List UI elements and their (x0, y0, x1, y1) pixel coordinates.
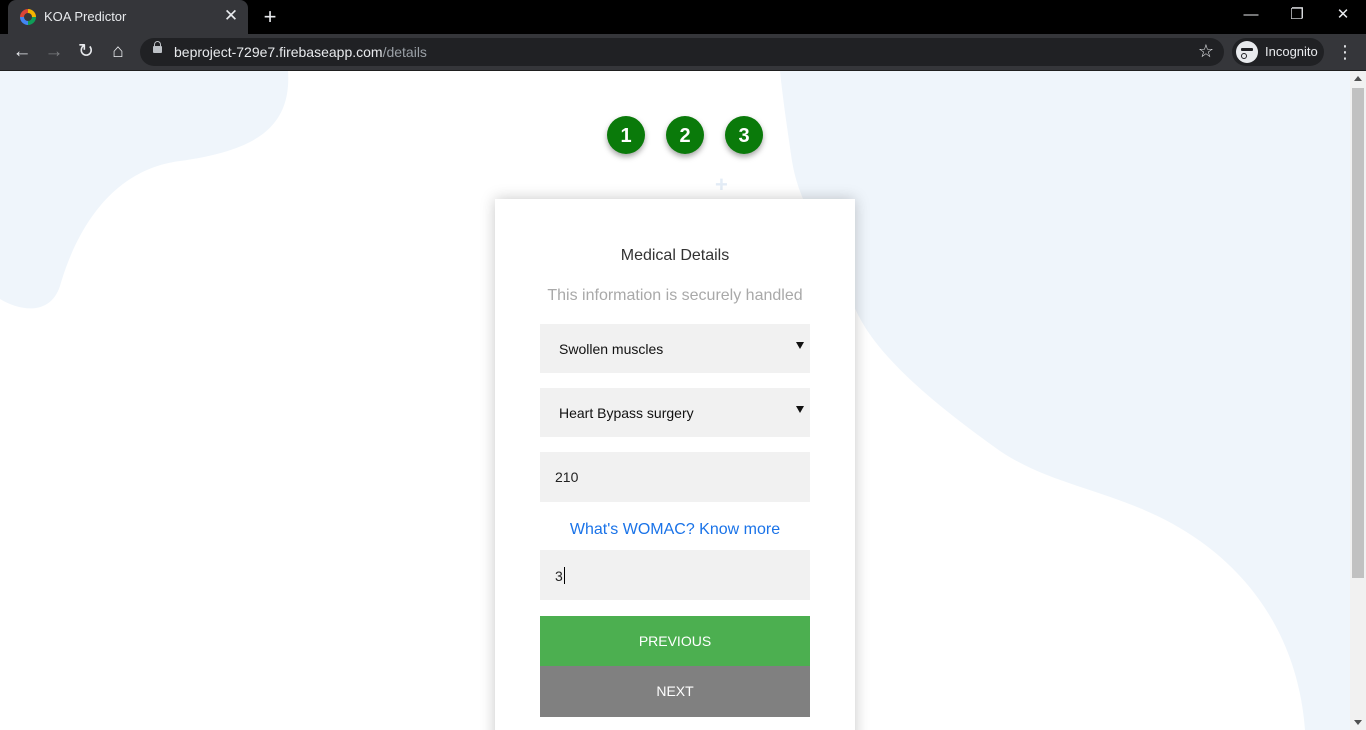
back-arrow-icon[interactable]: ← (8, 38, 36, 66)
step-2-indicator: 2 (666, 116, 704, 154)
address-bar[interactable]: beproject-729e7.firebaseapp.com/details … (140, 38, 1224, 66)
tab-close-icon[interactable]: ✕ (222, 7, 240, 25)
symptom-select[interactable]: Swollen muscles (540, 324, 810, 373)
page-scrollbar[interactable] (1350, 71, 1366, 730)
lock-icon[interactable] (153, 41, 162, 53)
url-path: /details (382, 44, 427, 60)
dropdown-caret-icon (796, 406, 804, 413)
scrollbar-thumb[interactable] (1352, 88, 1364, 578)
scroll-up-arrow-icon[interactable] (1354, 76, 1362, 81)
next-button[interactable]: NEXT (540, 666, 810, 717)
home-icon[interactable]: ⌂ (104, 38, 132, 66)
medical-details-card: Medical Details This information is secu… (495, 199, 855, 730)
womac-input-text: 3 (555, 568, 563, 584)
decorative-plus-icon: + (715, 172, 728, 197)
minimize-button[interactable]: — (1228, 0, 1274, 32)
restore-button[interactable]: ❐ (1274, 0, 1320, 32)
url-text[interactable]: beproject-729e7.firebaseapp.com/details (174, 44, 427, 60)
womac-input-value: 3 (555, 567, 565, 584)
card-subtitle: This information is securely handled (547, 287, 803, 304)
forward-arrow-icon[interactable]: → (40, 38, 68, 66)
number-input[interactable]: 210 (540, 452, 810, 502)
scroll-down-arrow-icon[interactable] (1354, 720, 1362, 725)
womac-info-link[interactable]: What's WOMAC? Know more (495, 521, 855, 539)
dropdown-caret-icon (796, 342, 804, 349)
incognito-label: Incognito (1265, 44, 1318, 59)
url-host: beproject-729e7.firebaseapp.com (174, 44, 383, 60)
page-viewport: 1 2 3 + Medical Details This information… (0, 71, 1350, 730)
browser-menu-icon[interactable]: ⋮ (1334, 38, 1356, 66)
close-window-button[interactable]: ✕ (1320, 0, 1366, 32)
card-title: Medical Details (620, 247, 730, 264)
step-1-indicator: 1 (607, 116, 645, 154)
new-tab-button[interactable]: + (258, 5, 282, 29)
site-favicon-icon (20, 9, 36, 25)
surgery-select-value: Heart Bypass surgery (559, 405, 694, 421)
text-cursor (563, 567, 565, 584)
reload-icon[interactable]: ↻ (72, 38, 100, 66)
step-3-indicator: 3 (725, 116, 763, 154)
tab-title: KOA Predictor (44, 9, 127, 24)
surgery-select[interactable]: Heart Bypass surgery (540, 388, 810, 437)
browser-toolbar: ← → ↻ ⌂ beproject-729e7.firebaseapp.com/… (0, 34, 1366, 71)
previous-button[interactable]: PREVIOUS (540, 616, 810, 667)
bookmark-star-icon[interactable]: ☆ (1198, 41, 1214, 62)
number-input-value: 210 (555, 469, 579, 485)
browser-titlebar: KOA Predictor ✕ + — ❐ ✕ (0, 0, 1366, 34)
womac-score-input[interactable]: 3 (540, 550, 810, 600)
symptom-select-value: Swollen muscles (559, 341, 664, 357)
incognito-profile-button[interactable]: Incognito (1232, 38, 1324, 66)
browser-tab[interactable]: KOA Predictor ✕ (8, 0, 248, 34)
incognito-icon (1236, 41, 1258, 63)
